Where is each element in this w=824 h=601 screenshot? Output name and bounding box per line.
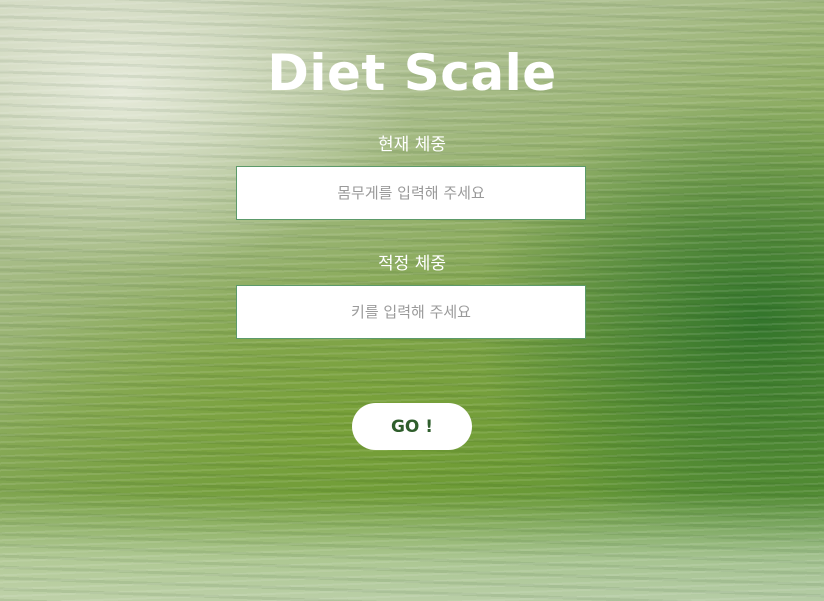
height-input[interactable] xyxy=(236,285,586,339)
app-title: Diet Scale xyxy=(267,44,557,102)
go-button[interactable]: GO ! xyxy=(352,403,472,450)
current-weight-label: 현재 체중 xyxy=(378,135,446,155)
ideal-weight-label: 적정 체중 xyxy=(378,254,446,274)
weight-input[interactable] xyxy=(236,166,586,220)
